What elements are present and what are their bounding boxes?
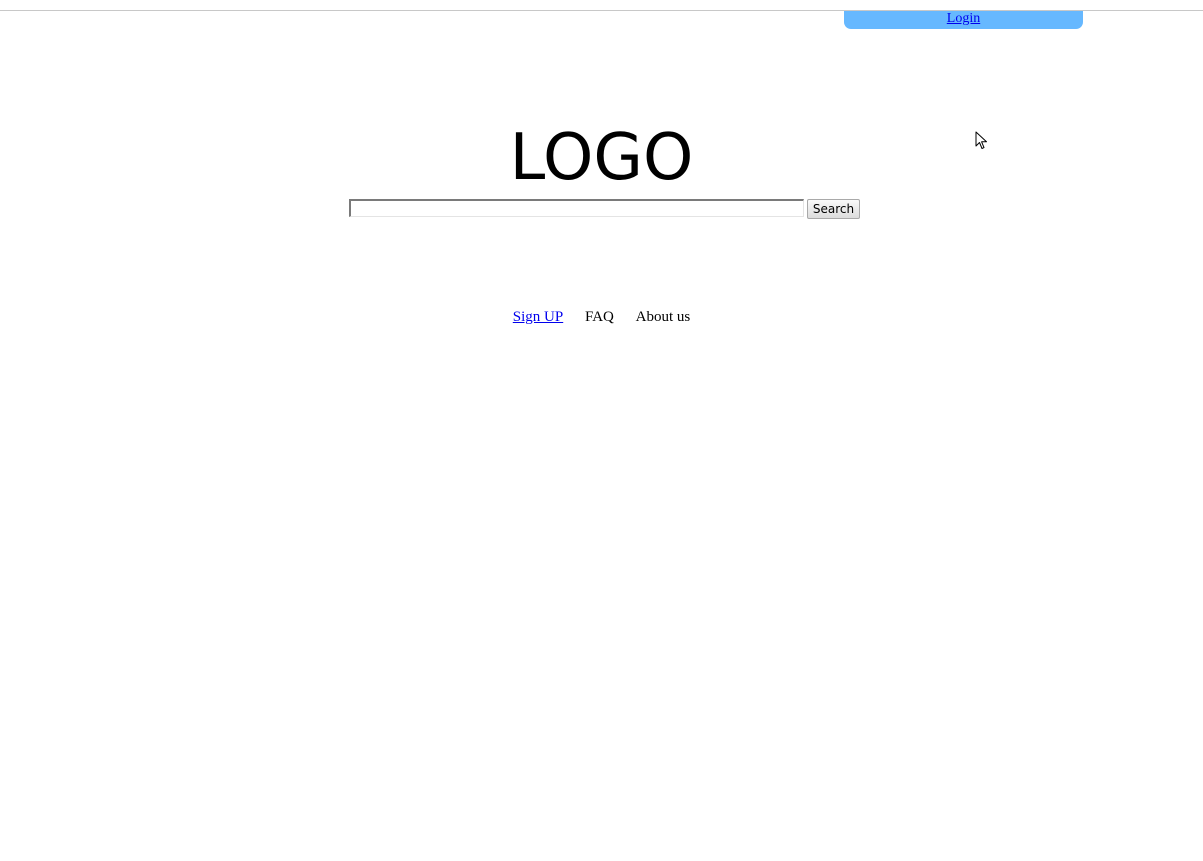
search-input[interactable]: [349, 199, 804, 217]
login-bar: Login: [844, 11, 1083, 29]
mouse-pointer-icon: [975, 131, 987, 149]
search-button[interactable]: Search: [807, 199, 860, 219]
faq-link[interactable]: FAQ: [585, 308, 614, 326]
logo: LOGO: [509, 121, 694, 195]
footer-links: Sign UP FAQ About us: [0, 308, 1203, 326]
login-link[interactable]: Login: [947, 11, 980, 26]
sign-up-link[interactable]: Sign UP: [513, 308, 563, 326]
about-us-link[interactable]: About us: [636, 308, 691, 326]
